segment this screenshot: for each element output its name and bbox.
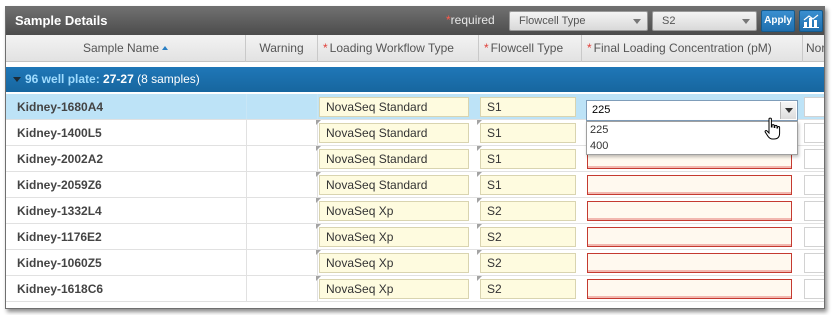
group-header-row[interactable]: 96 well plate: 27-27 (8 samples) bbox=[6, 67, 824, 92]
sample-name: Kidney-2002A2 bbox=[17, 152, 104, 166]
flowcell-type-field[interactable]: S1 bbox=[477, 120, 576, 143]
flowcell-type-field[interactable]: S2 bbox=[477, 276, 576, 299]
column-header-row: Sample Name Warning * Loading Workflow Ty… bbox=[6, 35, 825, 62]
sample-name: Kidney-1680A4 bbox=[17, 100, 104, 114]
sample-name: Kidney-1332L4 bbox=[17, 204, 102, 218]
col-final-loading-label: Final Loading Concentration (pM) bbox=[593, 41, 772, 55]
required-star: * bbox=[484, 41, 489, 55]
chevron-down-icon bbox=[633, 19, 641, 24]
dropdown-option[interactable]: 225 bbox=[590, 124, 608, 136]
flowcell-value-select-value: S2 bbox=[662, 15, 676, 27]
col-sample-name[interactable]: Sample Name bbox=[6, 35, 246, 62]
flowcell-type-select-value: Flowcell Type bbox=[519, 15, 586, 27]
warning-cell bbox=[246, 198, 318, 223]
required-label: required bbox=[450, 13, 495, 27]
loading-workflow-field[interactable]: NovaSeq Xp bbox=[316, 198, 469, 221]
sample-row[interactable]: Kidney-1618C6 NovaSeq Xp S2 bbox=[6, 276, 824, 302]
flowcell-type-field[interactable]: S2 bbox=[477, 224, 576, 247]
apply-button[interactable]: Apply bbox=[761, 10, 795, 32]
flowcell-type-select[interactable]: Flowcell Type bbox=[509, 11, 648, 31]
next-column-field[interactable] bbox=[804, 149, 824, 169]
group-label: 96 well plate: 27-27 (8 samples) bbox=[25, 67, 200, 91]
group-range: 27-27 bbox=[103, 72, 134, 86]
warning-cell bbox=[246, 146, 318, 171]
bar-chart-icon bbox=[803, 14, 819, 28]
required-star: * bbox=[323, 41, 328, 55]
caret-down-icon[interactable] bbox=[13, 77, 21, 82]
next-column-field[interactable] bbox=[804, 123, 824, 143]
sample-row[interactable]: Kidney-1176E2 NovaSeq Xp S2 bbox=[6, 224, 824, 250]
required-star: * bbox=[587, 41, 592, 55]
sample-name: Kidney-1060Z5 bbox=[17, 256, 102, 270]
next-column-field[interactable] bbox=[804, 175, 824, 195]
required-legend: *required bbox=[446, 13, 495, 27]
loading-workflow-field[interactable]: NovaSeq Xp bbox=[316, 276, 469, 299]
next-column-field[interactable] bbox=[804, 97, 824, 117]
dropdown-option[interactable]: 400 bbox=[590, 140, 608, 152]
next-column-field[interactable] bbox=[804, 227, 824, 247]
loading-workflow-field[interactable]: NovaSeq Standard bbox=[319, 97, 469, 117]
flowcell-type-field[interactable]: S1 bbox=[477, 146, 576, 169]
flowcell-type-field[interactable]: S2 bbox=[477, 198, 576, 221]
col-loading-workflow-label: Loading Workflow Type bbox=[329, 41, 454, 55]
chart-button[interactable] bbox=[799, 10, 823, 32]
col-sample-name-label: Sample Name bbox=[82, 41, 160, 55]
group-title: 96 well plate: bbox=[25, 72, 100, 86]
chevron-down-icon bbox=[742, 19, 750, 24]
panel-title: Sample Details bbox=[15, 13, 108, 28]
final-loading-concentration-field[interactable] bbox=[587, 253, 792, 273]
col-warning[interactable]: Warning bbox=[246, 35, 318, 62]
col-next[interactable]: Nor bbox=[803, 35, 825, 62]
sample-name: Kidney-1400L5 bbox=[17, 126, 102, 140]
group-count: (8 samples) bbox=[137, 72, 200, 86]
sort-ascending-icon bbox=[162, 46, 169, 50]
warning-cell bbox=[246, 120, 318, 145]
sample-details-panel: Sample Details *required Flowcell Type S… bbox=[5, 6, 825, 309]
col-flowcell-type-label: Flowcell Type bbox=[490, 41, 564, 55]
warning-cell bbox=[246, 94, 318, 119]
loading-workflow-field[interactable]: NovaSeq Standard bbox=[316, 172, 469, 195]
loading-workflow-field[interactable]: NovaSeq Xp bbox=[316, 250, 469, 273]
loading-workflow-field[interactable]: NovaSeq Standard bbox=[316, 146, 469, 169]
next-column-field[interactable] bbox=[804, 279, 824, 299]
final-loading-concentration-field[interactable] bbox=[587, 175, 792, 195]
sample-name: Kidney-2059Z6 bbox=[17, 178, 102, 192]
flowcell-value-select[interactable]: S2 bbox=[652, 11, 757, 31]
col-warning-label: Warning bbox=[259, 41, 304, 55]
final-loading-concentration-field[interactable] bbox=[587, 227, 792, 247]
flowcell-type-field[interactable]: S1 bbox=[480, 97, 576, 117]
warning-cell bbox=[246, 250, 318, 275]
sample-name: Kidney-1618C6 bbox=[17, 282, 104, 296]
flowcell-type-field[interactable]: S1 bbox=[477, 172, 576, 195]
chevron-down-icon bbox=[785, 108, 793, 113]
sample-row[interactable]: Kidney-2059Z6 NovaSeq Standard S1 bbox=[6, 172, 824, 198]
sample-row[interactable]: Kidney-1332L4 NovaSeq Xp S2 bbox=[6, 198, 824, 224]
col-flowcell-type[interactable]: * Flowcell Type bbox=[479, 35, 582, 62]
flowcell-type-field[interactable]: S2 bbox=[477, 250, 576, 273]
loading-workflow-field[interactable]: NovaSeq Xp bbox=[316, 224, 469, 247]
sample-name: Kidney-1176E2 bbox=[17, 230, 102, 244]
col-next-label: Nor bbox=[806, 41, 825, 55]
sample-row[interactable]: Kidney-1060Z5 NovaSeq Xp S2 bbox=[6, 250, 824, 276]
final-loading-concentration-field[interactable] bbox=[587, 279, 792, 299]
combobox-trigger[interactable] bbox=[780, 102, 796, 119]
final-loading-concentration-field[interactable] bbox=[587, 201, 792, 221]
title-bar: Sample Details *required Flowcell Type S… bbox=[6, 7, 824, 35]
hand-cursor-icon bbox=[764, 117, 781, 140]
concentration-combobox-value: 225 bbox=[592, 104, 611, 116]
warning-cell bbox=[246, 224, 318, 249]
loading-workflow-field[interactable]: NovaSeq Standard bbox=[316, 120, 469, 143]
next-column-field[interactable] bbox=[804, 253, 824, 273]
warning-cell bbox=[246, 172, 318, 197]
col-final-loading[interactable]: * Final Loading Concentration (pM) bbox=[582, 35, 803, 62]
col-loading-workflow[interactable]: * Loading Workflow Type bbox=[318, 35, 479, 62]
next-column-field[interactable] bbox=[804, 201, 824, 221]
warning-cell bbox=[246, 276, 318, 301]
